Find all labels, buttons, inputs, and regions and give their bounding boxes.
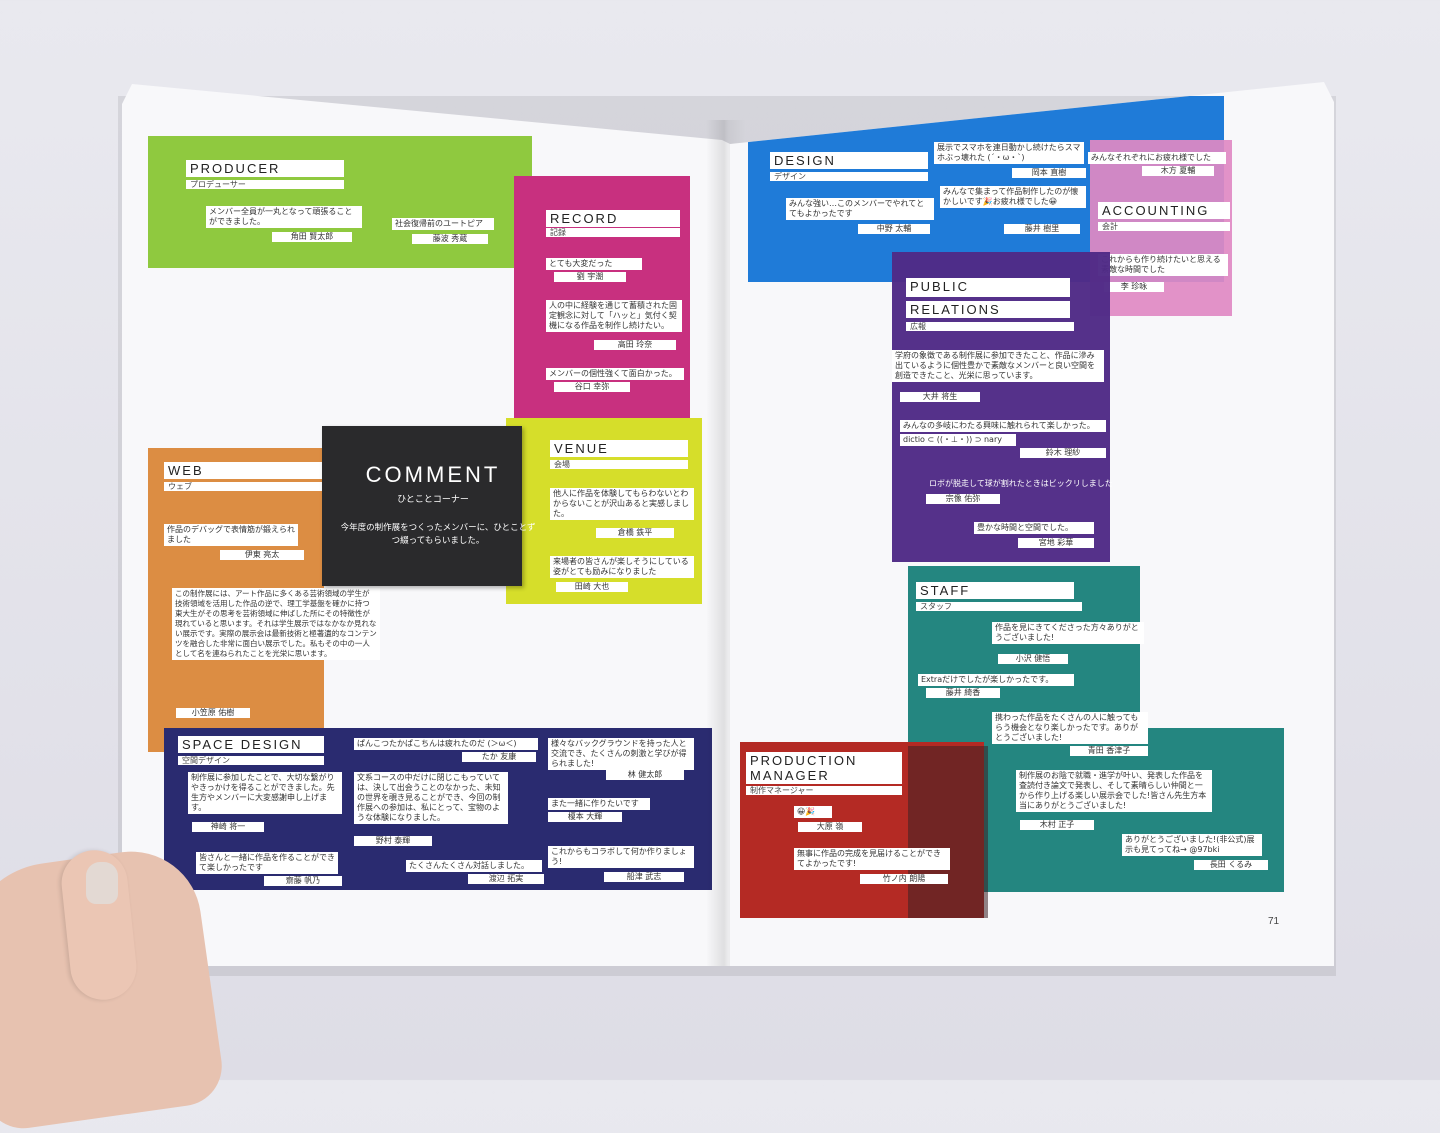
record-name-1: 劉 宇潮: [554, 272, 626, 282]
public-relations-comment-2: みんなの多岐にわたる興味に触れられて楽しかった。: [900, 420, 1106, 432]
staff-name-2: 藤井 綺香: [926, 688, 1000, 698]
staff-comment-2: Extraだけでしたが楽しかったです。: [918, 674, 1074, 686]
design-name-2: 岡本 直樹: [1012, 168, 1086, 178]
producer-name-2: 藤波 秀蔵: [412, 234, 488, 244]
web-comment-2: この制作展には、アート作品に多くある芸術領域の学生が技術領域を活用した作品の逆で…: [172, 588, 380, 660]
production-manager-name-1: 大原 嶺: [798, 822, 862, 832]
producer-comment-1: メンバー全員が一丸となって頑張ることができました。: [206, 206, 362, 228]
record-sub: 記録: [546, 228, 680, 237]
public-relations-block: [892, 252, 1110, 562]
accounting-comment-1: これからも作り続けたいと思える素敵な時間でした: [1098, 254, 1228, 276]
record-comment-2: 人の中に経験を通じて蓄積された固定観念に対して「ハッと」気付く契機になる作品を制…: [546, 300, 682, 332]
staff-sub: スタッフ: [916, 602, 1082, 611]
venue-name-2: 田崎 大也: [556, 582, 628, 592]
public-relations-comment-4: 豊かな時間と空間でした。: [974, 522, 1094, 534]
comment-title: COMMENT: [365, 462, 501, 487]
space-design-name-7: 榎本 大輝: [548, 812, 622, 822]
accounting-top-comment: みんなそれぞれにお疲れ様でした: [1088, 152, 1226, 164]
comment-body: 今年度の制作展をつくったメンバーに、ひとことずつ綴ってもらいました。: [340, 523, 536, 546]
staff-name-5: 長田 くるみ: [1194, 860, 1268, 870]
production-manager-comment-2: 無事に作品の完成を見届けることができてよかったです!: [794, 848, 950, 870]
production-manager-heading-2: MANAGER: [746, 767, 902, 784]
public-relations-name-2: 鈴木 理紗: [1020, 448, 1106, 458]
production-manager-name-2: 竹ノ内 朗陽: [860, 874, 948, 884]
accounting-heading: ACCOUNTING: [1098, 202, 1230, 219]
space-design-heading: SPACE DESIGN: [178, 736, 324, 753]
space-design-name-5: 渡辺 拓実: [468, 874, 544, 884]
web-comment-1: 作品のデバッグで表情筋が鍛えられました: [164, 524, 298, 546]
design-heading: DESIGN: [770, 152, 928, 169]
design-sub: デザイン: [770, 172, 928, 181]
space-design-comment-2: 皆さんと一緒に作品を作ることができて楽しかったです: [196, 852, 338, 874]
space-design-name-6: 林 健太郎: [606, 770, 684, 780]
public-relations-comment-3: ロボが脱走して球が割れたときはビックリしました: [929, 479, 1113, 488]
space-design-name-8: 船津 武志: [604, 872, 684, 882]
design-name-1: 中野 太輔: [858, 224, 930, 234]
web-name-1: 伊東 亮太: [220, 550, 304, 560]
space-design-comment-3: ぱんこつたかぱこちんは疲れたのだ (＞ω＜): [354, 738, 538, 750]
design-comment-2: 展示でスマホを連日動かし続けたらスマホぶっ壊れた (´・ω・`): [934, 142, 1084, 164]
production-manager-comment-1: 😀🎉: [794, 806, 832, 818]
comment-block: [322, 426, 522, 586]
staff-comment-3: 携わった作品をたくさんの人に触ってもらう機会となり楽しかったです。ありがとうござ…: [992, 712, 1148, 744]
public-relations-name-1: 大井 将生: [900, 392, 980, 402]
comment-subtitle: ひとことコーナー: [397, 495, 469, 505]
web-sub: ウェブ: [164, 482, 322, 491]
producer-block: [148, 136, 532, 268]
record-heading: RECORD: [546, 210, 680, 227]
producer-name-1: 角田 賢太郎: [272, 232, 352, 242]
public-relations-name-3: 宗像 佑弥: [926, 494, 1000, 504]
accounting-name-1: 李 珍咏: [1104, 282, 1164, 292]
producer-sub: プロデューサー: [186, 180, 344, 189]
space-design-name-4: 野村 泰輝: [354, 836, 432, 846]
staff-name-3: 青田 香津子: [1070, 746, 1148, 756]
space-design-comment-7: また一緒に作りたいです: [548, 798, 650, 810]
public-relations-sub: 広報: [906, 322, 1074, 331]
space-design-comment-4: 文系コースの中だけに閉じこもっていては、決して出会うことのなかった、未知の世界を…: [354, 772, 508, 824]
space-design-name-3: たか 友康: [462, 752, 536, 762]
public-relations-comment-1: 学府の象徴である制作展に参加できたこと、作品に滲み出ているように個性豊かで素敵な…: [892, 350, 1104, 382]
space-design-comment-6: 様々なバックグラウンドを持った人と交流でき、たくさんの刺激と学びが得られました!: [548, 738, 694, 770]
public-relations-name-4: 宮地 彩華: [1018, 538, 1094, 548]
record-comment-3: メンバーの個性強くて面白かった。: [546, 368, 684, 380]
record-name-2: 高田 玲奈: [594, 340, 676, 350]
producer-heading: PRODUCER: [186, 160, 344, 177]
production-manager-shadow: [908, 746, 988, 918]
staff-comment-4: 制作展のお陰で就職・進学が叶い、発表した作品を査読付き論文で発表し、そして素晴ら…: [1016, 770, 1212, 812]
web-heading: WEB: [164, 462, 322, 479]
staff-comment-1: 作品を見にきてくださった方々ありがとうございました!: [992, 622, 1144, 644]
staff-comment-5: ありがとうございました!(非公式)展示も見てってね→ @97bki: [1122, 834, 1262, 856]
record-comment-1: とても大変だった: [546, 258, 642, 270]
producer-comment-2: 社会復帰前のユートピア: [392, 218, 494, 230]
right-page: DESIGN デザイン みんな強い…このメンバーでやれてとてもよかったです 中野…: [730, 82, 1334, 966]
thumbnail: [86, 862, 118, 904]
venue-heading: VENUE: [550, 440, 688, 457]
public-relations-heading-2: RELATIONS: [906, 301, 1070, 318]
space-design-name-2: 齋藤 帆乃: [264, 876, 342, 886]
space-design-name-1: 神崎 将一: [192, 822, 264, 832]
page-number-right: 71: [1268, 916, 1280, 927]
production-manager-sub: 制作マネージャー: [746, 786, 902, 795]
venue-name-1: 倉橋 鉄平: [596, 528, 674, 538]
public-relations-comment-2b: dictio ⊂ ((・⊥・)) ⊃ nary: [900, 434, 1016, 446]
venue-sub: 会場: [550, 460, 688, 469]
design-name-3: 藤井 樹里: [1004, 224, 1080, 234]
design-comment-3: みんなで集まって作品制作したのが懐かしいです🎉お疲れ様でした😀: [940, 186, 1086, 208]
venue-comment-2: 来場者の皆さんが楽しそうにしている姿がとても励みになりました: [550, 556, 694, 578]
web-name-2: 小笠原 佑樹: [176, 708, 250, 718]
staff-heading: STAFF: [916, 582, 1074, 599]
space-design-comment-1: 制作展に参加したことで、大切な繋がりやきっかけを得ることができました。先生方やメ…: [188, 772, 342, 814]
staff-name-4: 木村 正子: [1020, 820, 1094, 830]
venue-comment-1: 他人に作品を体験してもらわないとわからないことが沢山あると実感しました。: [550, 488, 694, 520]
public-relations-heading-1: PUBLIC: [906, 278, 1070, 297]
left-page: PRODUCER プロデューサー メンバー全員が一丸となって頑張ることができまし…: [122, 84, 730, 966]
accounting-top-name: 木方 夏輔: [1142, 166, 1214, 176]
space-design-sub: 空間デザイン: [178, 756, 324, 765]
space-design-comment-8: これからもコラボして何か作りましょう!: [548, 846, 694, 868]
design-comment-1: みんな強い…このメンバーでやれてとてもよかったです: [786, 198, 934, 220]
space-design-comment-5: たくさんたくさん対話しました。: [406, 860, 542, 872]
staff-name-1: 小沢 健悟: [998, 654, 1068, 664]
record-name-3: 谷口 幸弥: [554, 382, 630, 392]
accounting-sub: 会計: [1098, 222, 1230, 231]
